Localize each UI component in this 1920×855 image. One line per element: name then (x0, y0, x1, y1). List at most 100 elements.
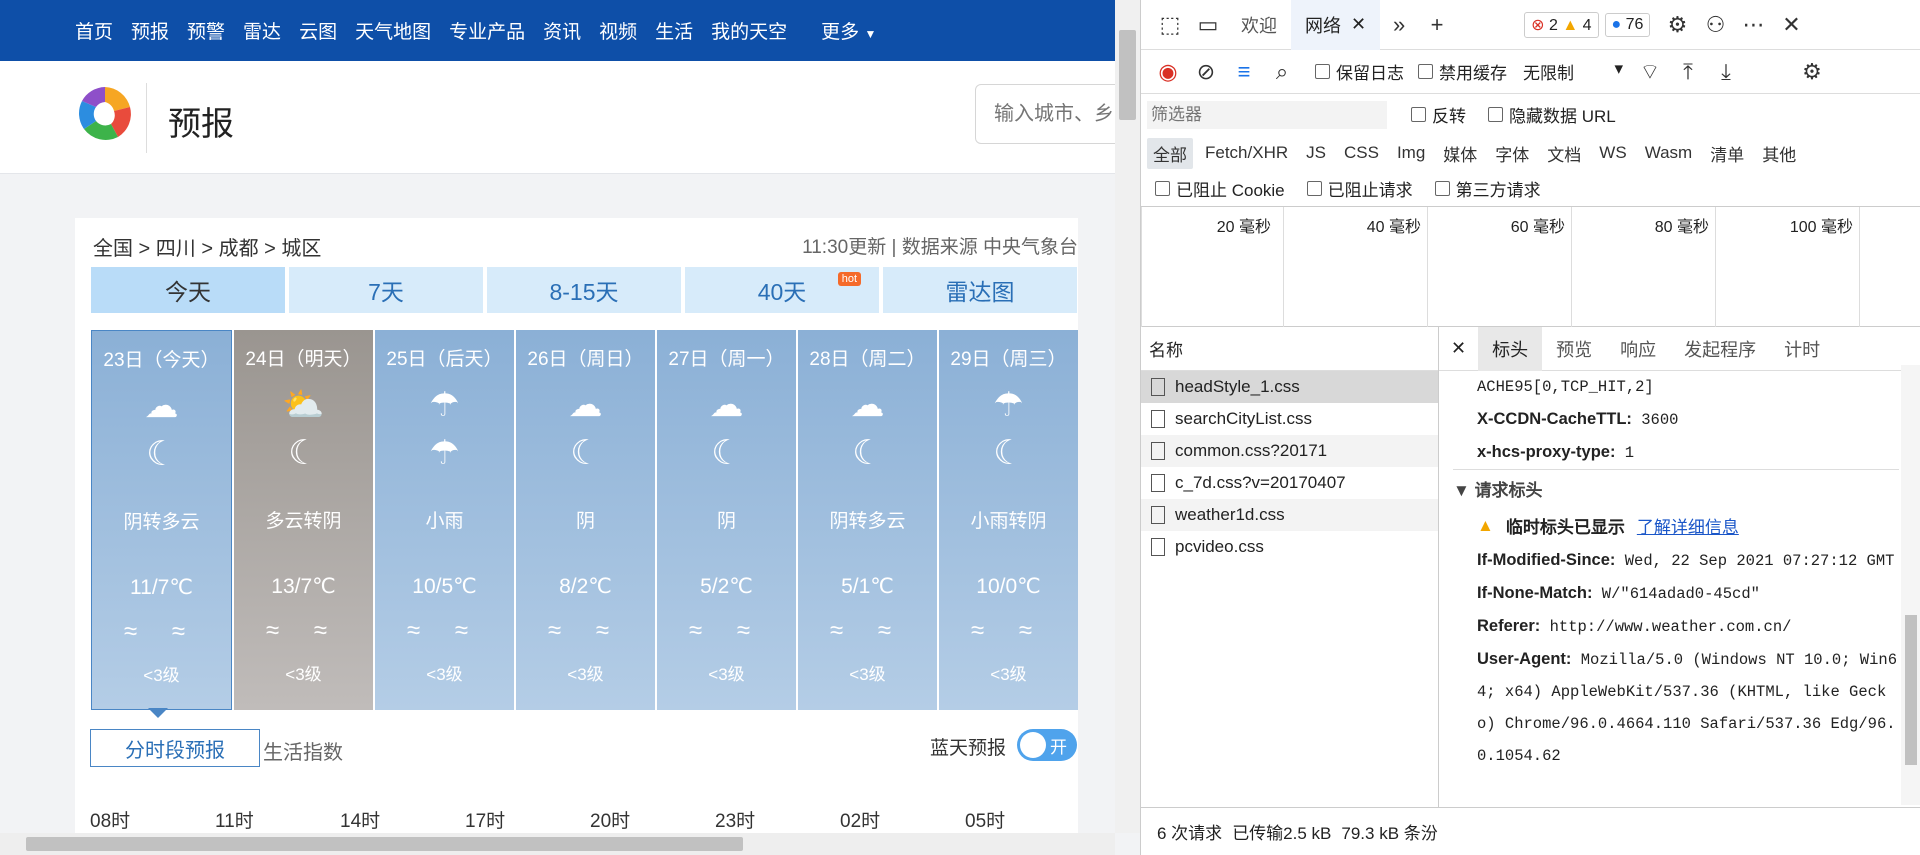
scroll-thumb[interactable] (1905, 615, 1917, 765)
type-all[interactable]: 全部 (1147, 137, 1193, 169)
scroll-thumb[interactable] (26, 837, 743, 851)
rain-icon: ☂ (429, 434, 460, 472)
inspect-icon[interactable]: ⬚ (1151, 6, 1189, 44)
gear-icon[interactable]: ⚙ (1658, 6, 1696, 44)
type-doc[interactable]: 文档 (1541, 138, 1587, 169)
temperature: 10/0℃ (976, 575, 1041, 598)
customize-icon[interactable]: ⚇ (1696, 6, 1734, 44)
tab-life-index[interactable]: 生活指数 (263, 736, 343, 765)
type-other[interactable]: 其他 (1756, 138, 1802, 169)
provisional-warning: ▲ 临时标头已显示 了解详细信息 (1477, 513, 1899, 538)
throttle-select[interactable]: 无限制 ▾ (1523, 59, 1623, 84)
request-row[interactable]: c_7d.css?v=20170407 (1141, 467, 1438, 499)
close-icon[interactable]: ✕ (1351, 14, 1366, 35)
detail-scrollbar[interactable] (1901, 365, 1920, 805)
network-settings-icon[interactable]: ⚙ (1793, 53, 1831, 91)
scroll-thumb[interactable] (1119, 30, 1136, 120)
search-icon[interactable]: ⌕ (1263, 53, 1301, 91)
add-tab-icon[interactable]: + (1418, 6, 1456, 44)
request-row[interactable]: common.css?20171 (1141, 435, 1438, 467)
day-column[interactable]: 24日（明天） ⛅ ☾ 多云转阴 13/7℃ ≈ ≈ <3级 (234, 330, 373, 710)
tab-network[interactable]: 网络 ✕ (1291, 0, 1381, 50)
more-tabs-icon[interactable]: » (1380, 6, 1418, 44)
nav-news[interactable]: 资讯 (543, 17, 581, 44)
network-conditions-icon[interactable]: ⌔ (1631, 53, 1669, 91)
messages-badge[interactable]: ● 76 (1604, 12, 1651, 37)
nav-more[interactable]: 更多 ▼ (821, 17, 876, 44)
type-fetch[interactable]: Fetch/XHR (1199, 140, 1294, 166)
tab-preview[interactable]: 预览 (1542, 327, 1606, 371)
blue-sky-toggle[interactable]: 开 (1017, 729, 1077, 761)
tab-hourly[interactable]: 分时段预报 (90, 729, 260, 767)
tab-welcome[interactable]: 欢迎 (1227, 0, 1291, 50)
day-column[interactable]: 26日（周日） ☁ ☾ 阴 8/2℃ ≈ ≈ <3级 (516, 330, 655, 710)
day-column[interactable]: 29日（周三） ☂ ☾ 小雨转阴 10/0℃ ≈ ≈ <3级 (939, 330, 1078, 710)
tab-radar[interactable]: 雷达图 (883, 267, 1077, 313)
day-column[interactable]: 27日（周一） ☁ ☾ 阴 5/2℃ ≈ ≈ <3级 (657, 330, 796, 710)
day-column[interactable]: 23日（今天） ☁ ☾ 阴转多云 11/7℃ ≈ ≈ <3级 (91, 330, 232, 710)
checkbox-box (1306, 181, 1322, 196)
type-ws[interactable]: WS (1593, 140, 1632, 166)
learn-more-link[interactable]: 了解详细信息 (1637, 513, 1739, 538)
record-icon[interactable]: ◉ (1149, 53, 1187, 91)
tab-40day[interactable]: 40天 hot (685, 267, 879, 313)
request-row[interactable]: pcvideo.css (1141, 531, 1438, 563)
nav-cloud[interactable]: 云图 (299, 17, 337, 44)
request-row[interactable]: searchCityList.css (1141, 403, 1438, 435)
filter-icon[interactable]: ≡ (1225, 53, 1263, 91)
nav-forecast[interactable]: 预报 (131, 17, 169, 44)
preserve-log-checkbox[interactable]: 保留日志 (1315, 59, 1404, 84)
nav-home[interactable]: 首页 (75, 17, 113, 44)
nav-warning[interactable]: 预警 (187, 17, 225, 44)
third-party-checkbox[interactable]: 第三方请求 (1434, 176, 1541, 201)
download-icon[interactable]: ⤓ (1707, 53, 1745, 91)
more-options-icon[interactable]: ⋯ (1734, 6, 1772, 44)
close-devtools-icon[interactable]: ✕ (1772, 6, 1810, 44)
nav-life[interactable]: 生活 (655, 17, 693, 44)
type-css[interactable]: CSS (1338, 140, 1385, 166)
tab-7day[interactable]: 7天 (289, 267, 483, 313)
request-row[interactable]: headStyle_1.css (1141, 371, 1438, 403)
tab-response[interactable]: 响应 (1606, 327, 1670, 371)
request-headers-section[interactable]: ▼ 请求标头 (1453, 469, 1899, 507)
hide-data-url-checkbox[interactable]: 隐藏数据 URL (1488, 102, 1616, 127)
blocked-cookie-checkbox[interactable]: 已阻止 Cookie (1155, 176, 1285, 201)
top-nav: 首页 预报 预警 雷达 云图 天气地图 专业产品 资讯 视频 生活 我的天空 更… (0, 0, 1140, 61)
filter-input[interactable] (1147, 100, 1387, 129)
name-column-header[interactable]: 名称 (1141, 327, 1438, 371)
close-detail-icon[interactable]: ✕ (1439, 338, 1478, 359)
tab-8-15day[interactable]: 8-15天 (487, 267, 681, 313)
upload-icon[interactable]: ⤒ (1669, 53, 1707, 91)
type-font[interactable]: 字体 (1489, 138, 1535, 169)
tab-initiator[interactable]: 发起程序 (1670, 327, 1770, 371)
page-horizontal-scrollbar[interactable] (0, 833, 1115, 855)
nav-weather-map[interactable]: 天气地图 (355, 17, 431, 44)
nav-radar[interactable]: 雷达 (243, 17, 281, 44)
nav-my-sky[interactable]: 我的天空 (711, 17, 787, 44)
disable-cache-checkbox[interactable]: 禁用缓存 (1418, 59, 1507, 84)
type-img[interactable]: Img (1391, 140, 1431, 166)
tab-today[interactable]: 今天 (91, 267, 285, 313)
type-wasm[interactable]: Wasm (1639, 140, 1699, 166)
network-timeline[interactable]: 20 毫秒 40 毫秒 60 毫秒 80 毫秒 100 毫秒 (1141, 207, 1920, 327)
nav-products[interactable]: 专业产品 (449, 17, 525, 44)
type-js[interactable]: JS (1300, 140, 1332, 166)
type-media[interactable]: 媒体 (1437, 138, 1483, 169)
rain-icon: ☂ (429, 386, 460, 424)
issues-badge[interactable]: ⊗ 2 ▲ 4 (1524, 11, 1599, 38)
day-column[interactable]: 25日（后天） ☂ ☂ 小雨 10/5℃ ≈ ≈ <3级 (375, 330, 514, 710)
page-vertical-scrollbar[interactable] (1115, 0, 1140, 833)
tab-headers[interactable]: 标头 (1478, 326, 1543, 371)
request-row[interactable]: weather1d.css (1141, 499, 1438, 531)
type-manifest[interactable]: 清单 (1704, 138, 1750, 169)
clear-icon[interactable]: ⊘ (1187, 53, 1225, 91)
wind-icon: ≈ ≈ (970, 617, 1046, 644)
toggle-label: 开 (1050, 737, 1067, 757)
nav-video[interactable]: 视频 (599, 17, 637, 44)
tab-timing[interactable]: 计时 (1770, 327, 1834, 371)
day-column[interactable]: 28日（周二） ☁ ☾ 阴转多云 5/1℃ ≈ ≈ <3级 (798, 330, 937, 710)
file-name: weather1d.css (1175, 505, 1285, 524)
invert-checkbox[interactable]: 反转 (1411, 102, 1466, 127)
blocked-request-checkbox[interactable]: 已阻止请求 (1306, 176, 1413, 201)
device-toolbar-icon[interactable]: ▭ (1189, 6, 1227, 44)
